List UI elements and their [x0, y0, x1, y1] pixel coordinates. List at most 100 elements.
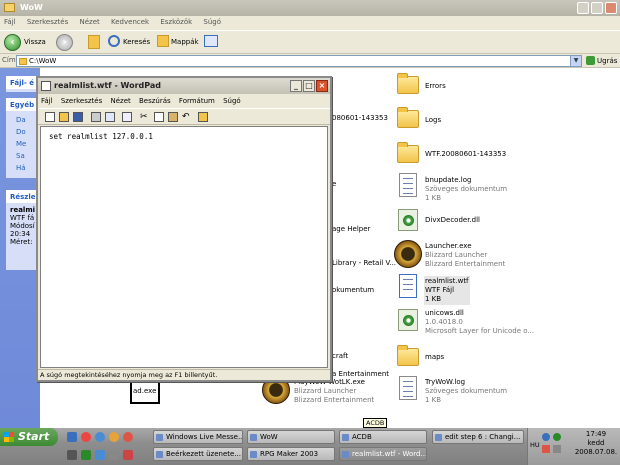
menu-edit[interactable]: Szerkesztés: [61, 97, 102, 105]
taskbar-button[interactable]: WoW: [247, 430, 335, 444]
folder-icon[interactable]: [397, 73, 419, 94]
copy-icon[interactable]: [154, 112, 164, 122]
file-name[interactable]: age Helper: [332, 225, 370, 234]
back-button[interactable]: Vissza: [24, 35, 46, 51]
save-icon[interactable]: [73, 112, 83, 122]
show-desktop-icon[interactable]: [67, 432, 77, 442]
undo-icon[interactable]: ↶: [182, 112, 192, 122]
file-name[interactable]: Library - Retail V...: [332, 259, 396, 268]
print-preview-icon[interactable]: [105, 112, 115, 122]
wordpad-document[interactable]: set realmlist 127.0.0.1: [40, 126, 328, 368]
menu-help[interactable]: Súgó: [203, 18, 221, 26]
address-input[interactable]: C:\WoW: [16, 55, 582, 67]
language-indicator[interactable]: HU: [530, 441, 540, 449]
find-icon[interactable]: [122, 112, 132, 122]
menu-view[interactable]: Nézet: [110, 97, 130, 105]
menu-tools[interactable]: Eszközök: [160, 18, 192, 26]
file-size: 1 KB: [425, 396, 442, 404]
text-document-icon[interactable]: [399, 376, 417, 400]
forward-arrow-icon[interactable]: ›: [56, 34, 73, 51]
file-name[interactable]: okumentum: [332, 286, 374, 295]
folder-name[interactable]: maps: [425, 353, 444, 362]
file-name[interactable]: 080601-143353: [332, 114, 388, 123]
address-dropdown[interactable]: ▼: [570, 55, 582, 67]
tray-icon[interactable]: [553, 433, 561, 441]
quicklaunch-icon[interactable]: [123, 450, 133, 460]
quicklaunch-icon[interactable]: [81, 450, 91, 460]
tray-icon[interactable]: [542, 445, 550, 453]
file-name[interactable]: ad.exe: [133, 387, 156, 396]
firefox-icon[interactable]: [81, 432, 91, 442]
start-button[interactable]: Start: [0, 428, 58, 446]
menu-favorites[interactable]: Kedvencek: [111, 18, 149, 26]
file-item-bnupdate[interactable]: bnupdate.log Szöveges dokumentum 1 KB: [425, 176, 507, 203]
open-folder-icon[interactable]: [59, 112, 69, 122]
menu-view[interactable]: Nézet: [79, 18, 99, 26]
volume-icon[interactable]: [553, 445, 561, 453]
search-button[interactable]: Keresés: [123, 35, 150, 51]
file-item-trywow[interactable]: TryWoW.log Szöveges dokumentum 1 KB: [425, 378, 507, 405]
views-icon[interactable]: [204, 35, 218, 47]
up-folder-icon[interactable]: [88, 35, 100, 49]
file-item-unicows[interactable]: unicows.dll 1.0.4018.0 Microsoft Layer f…: [425, 309, 534, 336]
folder-name[interactable]: Errors: [425, 82, 446, 91]
folders-button[interactable]: Mappák: [171, 35, 199, 51]
insert-datetime-icon[interactable]: [198, 112, 208, 122]
media-player-icon[interactable]: [109, 432, 119, 442]
wordpad-icon: [41, 81, 51, 91]
minimize-button[interactable]: [577, 2, 589, 14]
taskbar-button[interactable]: Windows Live Messe...: [153, 430, 243, 444]
go-arrow-icon[interactable]: [586, 56, 595, 65]
minimize-button[interactable]: _: [290, 80, 302, 92]
close-button[interactable]: ×: [316, 80, 328, 92]
quicklaunch-icon[interactable]: [67, 450, 77, 460]
close-button[interactable]: [605, 2, 617, 14]
clock[interactable]: 17:49 kedd 2008.07.08.: [572, 430, 620, 457]
quicklaunch-icon[interactable]: [95, 450, 105, 460]
folder-icon[interactable]: [397, 142, 419, 163]
folder-icon[interactable]: [397, 107, 419, 128]
menu-insert[interactable]: Beszúrás: [139, 97, 171, 105]
dll-icon[interactable]: [398, 209, 418, 231]
file-name: TryWoW.log: [425, 378, 466, 386]
taskbar-button[interactable]: RPG Maker 2003: [247, 447, 335, 461]
text-document-icon[interactable]: [399, 173, 417, 197]
ie-icon[interactable]: [95, 432, 105, 442]
menu-format[interactable]: Formátum: [179, 97, 215, 105]
paste-icon[interactable]: [168, 112, 178, 122]
menu-file[interactable]: Fájl: [4, 18, 16, 26]
file-item-launcher[interactable]: Launcher.exe Blizzard Launcher Blizzard …: [425, 242, 505, 269]
menu-edit[interactable]: Szerkesztés: [27, 18, 68, 26]
file-item-playwow[interactable]: PlayWoW-WotLK.exe Blizzard Launcher Bliz…: [294, 378, 374, 405]
dll-icon[interactable]: [398, 309, 418, 331]
maximize-button[interactable]: [591, 2, 603, 14]
folder-name[interactable]: WTF.20080601-143353: [425, 150, 506, 159]
wordpad-title-bar[interactable]: realmlist.wtf - WordPad _ □ ×: [38, 78, 330, 94]
file-name[interactable]: DivxDecoder.dll: [425, 216, 480, 225]
new-document-icon[interactable]: [45, 112, 55, 122]
taskbar-button[interactable]: ACDB: [339, 430, 427, 444]
wtf-file-icon[interactable]: [399, 274, 417, 298]
go-button[interactable]: Ugrás: [597, 57, 617, 65]
file-name[interactable]: craft: [332, 352, 348, 361]
wow-launcher-icon[interactable]: [394, 240, 422, 268]
taskbar-button[interactable]: Beérkezett üzenete...: [153, 447, 243, 461]
file-item-realmlist[interactable]: realmlist.wtf WTF Fájl 1 KB: [424, 276, 470, 305]
file-type: Blizzard Launcher: [294, 387, 357, 395]
file-company: Blizzard Entertainment: [294, 396, 375, 404]
quicklaunch-icon[interactable]: [109, 450, 119, 460]
wordpad-status-bar: A súgó megtekintéséhez nyomja meg az F1 …: [38, 369, 330, 380]
maximize-button[interactable]: □: [303, 80, 315, 92]
menu-file[interactable]: Fájl: [41, 97, 53, 105]
back-arrow-icon[interactable]: ‹: [4, 34, 21, 51]
folder-name[interactable]: Logs: [425, 116, 441, 125]
taskbar-button[interactable]: edit step 6 : Changi...: [432, 430, 524, 444]
tray-icon[interactable]: [542, 433, 550, 441]
cut-icon[interactable]: ✂: [140, 112, 150, 122]
opera-icon[interactable]: [123, 432, 133, 442]
print-icon[interactable]: [91, 112, 101, 122]
file-name[interactable]: e: [332, 180, 336, 189]
folder-icon[interactable]: [397, 345, 419, 366]
menu-help[interactable]: Súgó: [223, 97, 241, 105]
taskbar-button-active[interactable]: realmlist.wtf - Word...: [339, 447, 427, 461]
